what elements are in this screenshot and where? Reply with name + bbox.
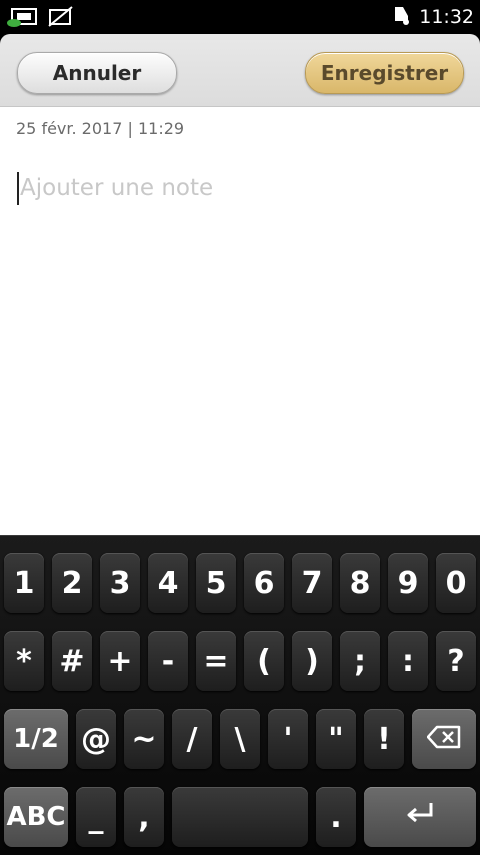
note-timestamp: 25 févr. 2017 | 11:29	[16, 119, 185, 138]
key-at[interactable]: @	[76, 709, 116, 769]
key-colon[interactable]: :	[388, 631, 428, 691]
key-3[interactable]: 3	[100, 553, 140, 613]
enter-key[interactable]	[364, 787, 476, 847]
text-cursor	[17, 172, 19, 205]
note-editor[interactable]: 25 févr. 2017 | 11:29 Ajouter une note	[0, 107, 480, 535]
status-bar: 11:32	[0, 0, 480, 34]
key-page-toggle[interactable]: 1/2	[4, 709, 68, 769]
enter-icon	[405, 800, 435, 835]
note-input-placeholder[interactable]: Ajouter une note	[20, 175, 213, 201]
key-period[interactable]: .	[316, 787, 356, 847]
key-0[interactable]: 0	[436, 553, 476, 613]
key-plus[interactable]: +	[100, 631, 140, 691]
key-exclamation[interactable]: !	[364, 709, 404, 769]
key-quote[interactable]: "	[316, 709, 356, 769]
key-slash[interactable]: /	[172, 709, 212, 769]
key-tilde[interactable]: ~	[124, 709, 164, 769]
key-asterisk[interactable]: *	[4, 631, 44, 691]
space-key[interactable]	[172, 787, 308, 847]
key-equals[interactable]: =	[196, 631, 236, 691]
key-6[interactable]: 6	[244, 553, 284, 613]
key-hash[interactable]: #	[52, 631, 92, 691]
virtual-keyboard: 1 2 3 4 5 6 7 8 9 0 * # + - = ( ) ; : ? …	[0, 535, 480, 855]
key-minus[interactable]: -	[148, 631, 188, 691]
key-4[interactable]: 4	[148, 553, 188, 613]
no-sim-icon	[48, 6, 74, 32]
key-1[interactable]: 1	[4, 553, 44, 613]
key-5[interactable]: 5	[196, 553, 236, 613]
key-7[interactable]: 7	[292, 553, 332, 613]
key-comma[interactable]: ,	[124, 787, 164, 847]
backspace-key[interactable]	[412, 709, 476, 769]
key-close-paren[interactable]: )	[292, 631, 332, 691]
cancel-button[interactable]: Annuler	[17, 52, 177, 94]
key-apostrophe[interactable]: '	[268, 709, 308, 769]
save-button[interactable]: Enregistrer	[305, 52, 464, 94]
key-open-paren[interactable]: (	[244, 631, 284, 691]
bell-icon	[391, 4, 411, 30]
key-9[interactable]: 9	[388, 553, 428, 613]
clock: 11:32	[419, 6, 474, 28]
backspace-icon	[426, 722, 461, 757]
key-backslash[interactable]: \	[220, 709, 260, 769]
key-abc-toggle[interactable]: ABC	[4, 787, 68, 847]
key-question[interactable]: ?	[436, 631, 476, 691]
key-8[interactable]: 8	[340, 553, 380, 613]
key-2[interactable]: 2	[52, 553, 92, 613]
key-semicolon[interactable]: ;	[340, 631, 380, 691]
usb-charge-icon	[6, 6, 40, 32]
key-underscore[interactable]: _	[76, 787, 116, 847]
editor-toolbar: Annuler Enregistrer	[0, 34, 480, 107]
